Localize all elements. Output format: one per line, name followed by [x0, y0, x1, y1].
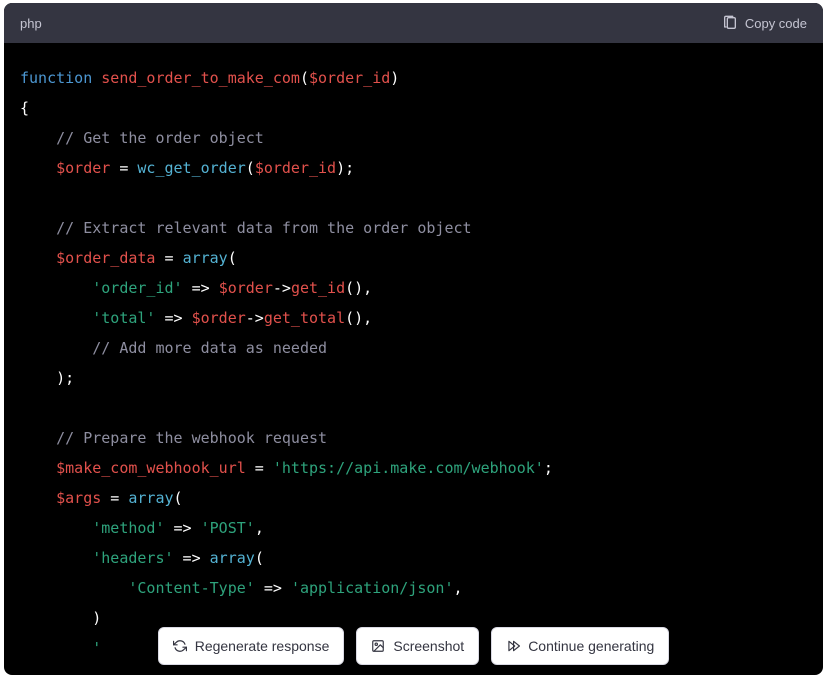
code-token: =	[101, 489, 128, 507]
code-token: (	[228, 249, 237, 267]
code-token: $order_data	[56, 249, 155, 267]
code-token: =>	[255, 579, 291, 597]
code-token	[20, 129, 56, 147]
code-token: // Get the order object	[56, 129, 264, 147]
code-token: (),	[345, 309, 372, 327]
code-block: php Copy code function send_order_to_mak…	[4, 3, 823, 675]
code-token: $order_id	[255, 159, 336, 177]
code-token: =>	[155, 309, 191, 327]
code-token: function	[20, 69, 92, 87]
copy-code-button[interactable]: Copy code	[722, 15, 807, 31]
code-token: 'https://api.make.com/webhook'	[273, 459, 544, 477]
code-token: $order	[56, 159, 110, 177]
code-token	[20, 159, 56, 177]
regenerate-button[interactable]: Regenerate response	[158, 627, 345, 665]
code-token: get_total	[264, 309, 345, 327]
code-token: =	[155, 249, 182, 267]
code-token	[20, 519, 92, 537]
code-token: (	[255, 549, 264, 567]
regenerate-icon	[173, 639, 187, 653]
code-token: )	[390, 69, 399, 87]
code-token	[20, 489, 56, 507]
code-token: ->	[246, 309, 264, 327]
action-bar: Regenerate response Screenshot Continue …	[4, 627, 823, 665]
screenshot-button[interactable]: Screenshot	[356, 627, 479, 665]
code-token: $order	[219, 279, 273, 297]
code-token: // Add more data as needed	[92, 339, 327, 357]
code-token: (	[300, 69, 309, 87]
code-token: ,	[255, 519, 264, 537]
continue-label: Continue generating	[528, 638, 654, 654]
code-token: ;	[544, 459, 553, 477]
code-token: 'total'	[92, 309, 155, 327]
code-token: 'Content-Type'	[128, 579, 254, 597]
continue-icon	[506, 639, 520, 653]
code-token	[20, 339, 92, 357]
code-token: send_order_to_make_com	[101, 69, 300, 87]
code-token: // Extract relevant data from the order …	[56, 219, 471, 237]
code-token: (	[174, 489, 183, 507]
code-token: // Prepare the webhook request	[56, 429, 327, 447]
code-token: array	[183, 249, 228, 267]
code-token	[20, 219, 56, 237]
code-token: =	[246, 459, 273, 477]
code-token: )	[92, 609, 101, 627]
code-token: (),	[345, 279, 372, 297]
code-header: php Copy code	[4, 3, 823, 43]
code-token: 'method'	[92, 519, 164, 537]
code-token	[20, 609, 92, 627]
code-token: $make_com_webhook_url	[56, 459, 246, 477]
code-token: =	[110, 159, 137, 177]
code-token	[20, 249, 56, 267]
screenshot-icon	[371, 639, 385, 653]
code-token	[20, 549, 92, 567]
clipboard-icon	[722, 15, 738, 31]
code-token: 'headers'	[92, 549, 173, 567]
code-token	[20, 279, 92, 297]
code-token: (	[246, 159, 255, 177]
continue-button[interactable]: Continue generating	[491, 627, 669, 665]
code-token: wc_get_order	[137, 159, 245, 177]
code-token: 'POST'	[201, 519, 255, 537]
code-token: 'application/json'	[291, 579, 454, 597]
code-token: =>	[183, 279, 219, 297]
language-label: php	[20, 16, 42, 31]
code-token: =>	[174, 549, 210, 567]
code-token	[20, 309, 92, 327]
code-token: $order	[192, 309, 246, 327]
screenshot-label: Screenshot	[393, 638, 464, 654]
code-token	[20, 579, 128, 597]
code-token: ->	[273, 279, 291, 297]
code-token: ,	[454, 579, 463, 597]
code-token: 'order_id'	[92, 279, 182, 297]
copy-code-label: Copy code	[745, 16, 807, 31]
code-token	[92, 69, 101, 87]
code-token: =>	[165, 519, 201, 537]
code-token: {	[20, 99, 29, 117]
code-token: $args	[56, 489, 101, 507]
code-token: array	[210, 549, 255, 567]
code-token	[20, 429, 56, 447]
code-token: );	[56, 369, 74, 387]
code-token	[20, 459, 56, 477]
code-body[interactable]: function send_order_to_make_com($order_i…	[4, 43, 823, 675]
code-token: );	[336, 159, 354, 177]
code-token	[20, 369, 56, 387]
code-token: array	[128, 489, 173, 507]
code-token: get_id	[291, 279, 345, 297]
code-token: $order_id	[309, 69, 390, 87]
regenerate-label: Regenerate response	[195, 638, 330, 654]
